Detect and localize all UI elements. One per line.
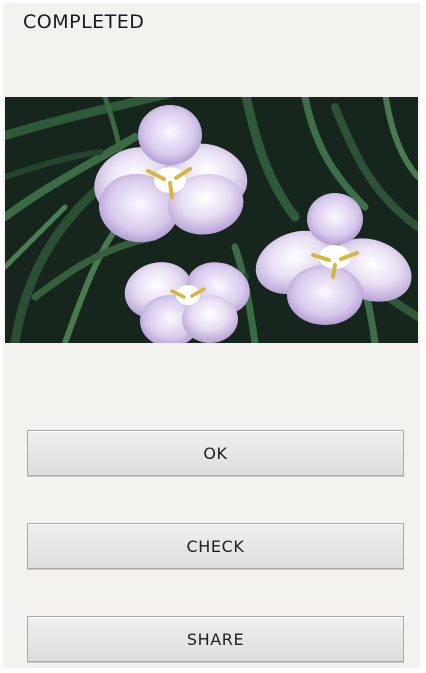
- check-button[interactable]: CHECK: [27, 523, 404, 569]
- page-title: COMPLETED: [23, 11, 145, 33]
- completed-screen: COMPLETED OK CHECK SHARE: [3, 3, 420, 668]
- ok-button[interactable]: OK: [27, 430, 404, 476]
- share-button[interactable]: SHARE: [27, 616, 404, 662]
- captured-photo: [5, 97, 418, 343]
